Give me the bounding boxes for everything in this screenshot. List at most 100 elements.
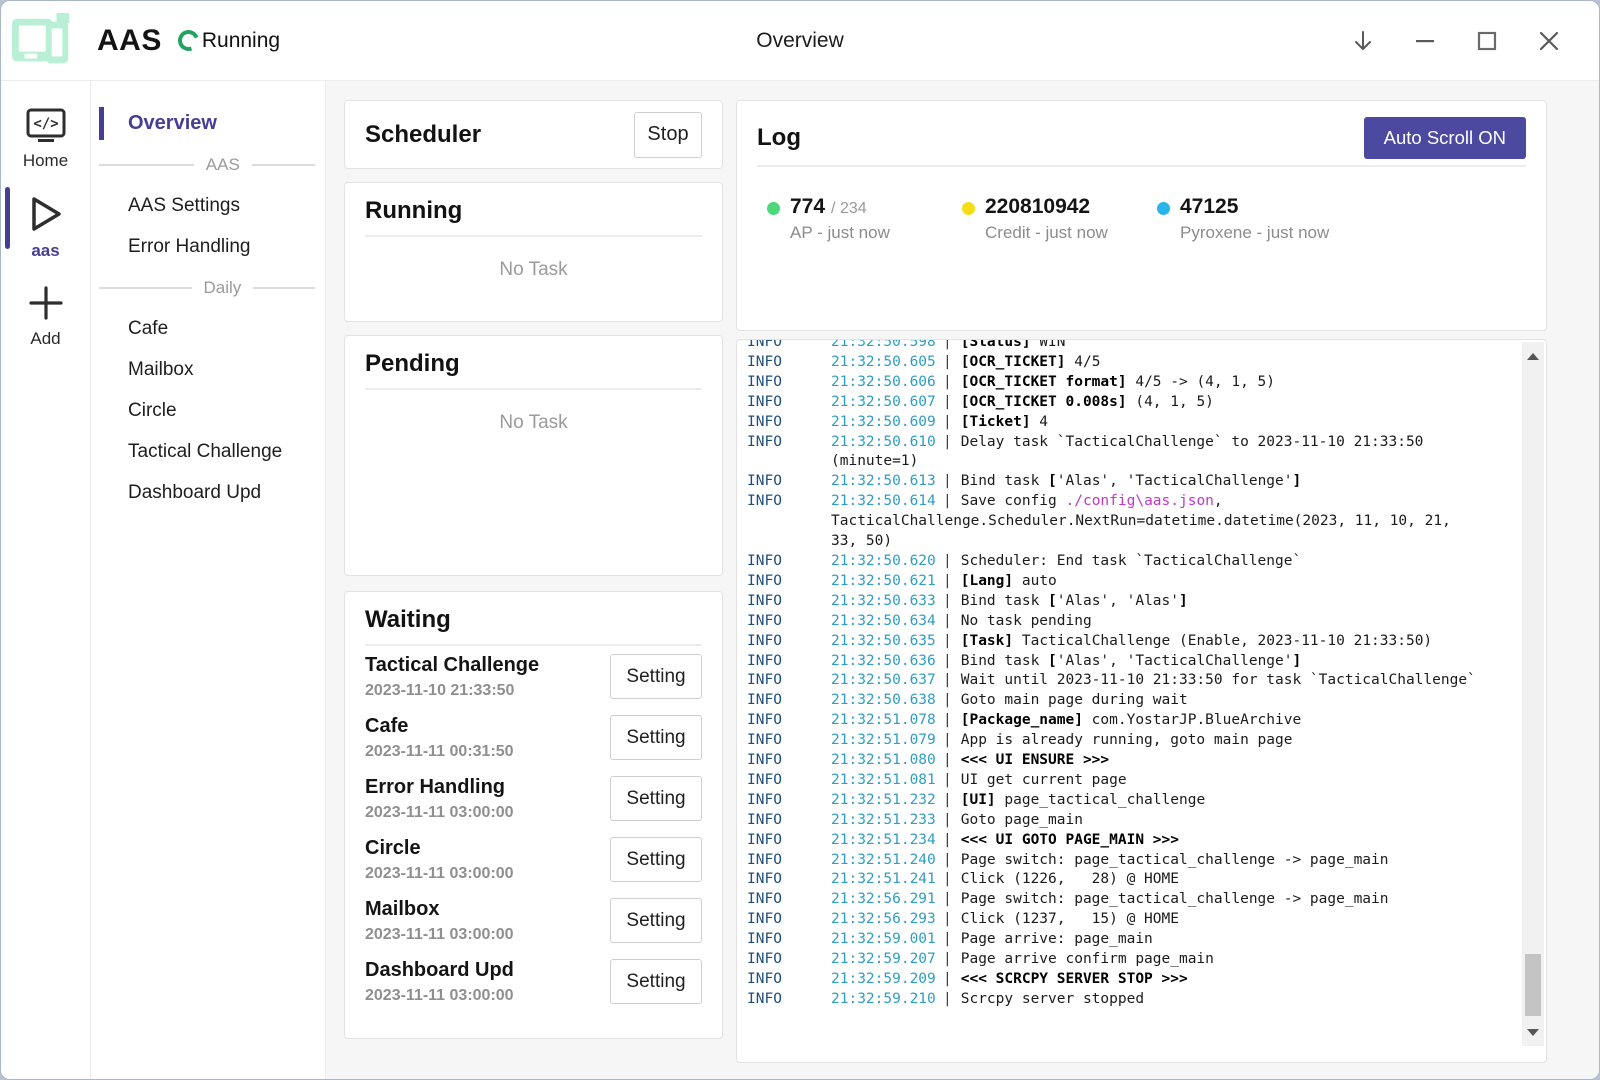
log-line: INFO21:32:51.232|[UI] page_tactical_chal… (747, 791, 1512, 811)
stop-button[interactable]: Stop (634, 112, 702, 158)
play-icon (27, 193, 65, 235)
running-status-label: Running (202, 29, 280, 53)
log-header-card: Log Auto Scroll ON 774 / 234 AP - just no… (736, 100, 1547, 331)
nav-item-tactical-challenge[interactable]: Tactical Challenge (91, 431, 325, 472)
setting-button[interactable]: Setting (610, 837, 702, 882)
nav-item-cafe[interactable]: Cafe (91, 308, 325, 349)
titlebar: AAS Running Overview (1, 1, 1599, 81)
setting-button[interactable]: Setting (610, 715, 702, 760)
nav-item-mailbox[interactable]: Mailbox (91, 349, 325, 390)
nav-group-label: Daily (204, 278, 242, 298)
nav-group-divider: Daily (91, 267, 325, 308)
main-area: Scheduler Stop Running No Task Pending N… (326, 81, 1599, 1080)
log-line: INFO21:32:50.613|Bind task ['Alas', 'Tac… (747, 472, 1512, 492)
scroll-down-button[interactable] (1522, 1022, 1544, 1042)
active-indicator (5, 187, 10, 249)
log-line: INFO21:32:51.080|<<< UI ENSURE >>> (747, 751, 1512, 771)
waiting-task-mailbox: Mailbox 2023-11-11 03:00:00 Setting (365, 890, 702, 951)
hide-to-tray-button[interactable] (1349, 27, 1377, 55)
nav-item-label: Tactical Challenge (128, 441, 282, 463)
pending-title: Pending (365, 350, 702, 390)
close-button[interactable] (1535, 27, 1563, 55)
dashboard-stats: 774 / 234 AP - just now 220810942 Credit … (757, 195, 1526, 243)
pending-card: Pending No Task (344, 335, 723, 576)
nav-item-label: Mailbox (128, 359, 193, 381)
nav-item-circle[interactable]: Circle (91, 390, 325, 431)
arrow-down-icon (1351, 29, 1375, 53)
stat-dot-icon (962, 202, 975, 215)
nav-item-label: Overview (128, 112, 217, 135)
stat-pyroxene: 47125 Pyroxene - just now (1157, 195, 1352, 243)
log-line: INFO21:32:50.606|[OCR_TICKET format] 4/5… (747, 373, 1512, 393)
nav-panel: Overview AAS AAS Settings Error Handling… (91, 81, 326, 1080)
nav-group-divider: AAS (91, 144, 325, 185)
stat-credit: 220810942 Credit - just now (962, 195, 1157, 243)
app-logo-icon (11, 10, 73, 72)
running-card: Running No Task (344, 182, 723, 322)
task-next-run-time: 2023-11-11 03:00:00 (365, 926, 514, 944)
log-line: (minute=1) (747, 452, 1512, 472)
running-spinner-icon (174, 27, 202, 55)
plus-icon (26, 283, 66, 323)
nav-item-label: Dashboard Upd (128, 482, 261, 504)
stat-ap: 774 / 234 AP - just now (767, 195, 962, 243)
log-line: INFO21:32:56.293|Click (1237, 15) @ HOME (747, 910, 1512, 930)
icon-rail: </> Home aas Add (1, 81, 91, 1080)
minimize-icon (1414, 30, 1436, 52)
nav-item-aas-settings[interactable]: AAS Settings (91, 185, 325, 226)
running-empty-state: No Task (365, 259, 702, 281)
log-lines: INFO21:32:50.598|[Status] WININFO21:32:5… (747, 339, 1512, 1010)
stat-label: AP - just now (790, 223, 890, 243)
waiting-title: Waiting (365, 606, 702, 646)
log-line: INFO21:32:51.234|<<< UI GOTO PAGE_MAIN >… (747, 831, 1512, 851)
log-line: INFO21:32:51.240|Page switch: page_tacti… (747, 851, 1512, 871)
log-line: INFO21:32:50.614|Save config ./config\aa… (747, 492, 1512, 512)
running-title: Running (365, 197, 702, 237)
app-window: AAS Running Overview (0, 0, 1600, 1080)
setting-button[interactable]: Setting (610, 776, 702, 821)
scrollbar-thumb[interactable] (1525, 954, 1541, 1016)
log-line: INFO21:32:59.207|Page arrive confirm pag… (747, 950, 1512, 970)
log-line: 33, 50) (747, 532, 1512, 552)
log-line: INFO21:32:50.605|[OCR_TICKET] 4/5 (747, 353, 1512, 373)
nav-item-label: AAS Settings (128, 195, 240, 217)
setting-button[interactable]: Setting (610, 959, 702, 1004)
rail-item-label: Add (30, 329, 60, 349)
log-line: INFO21:32:59.001|Page arrive: page_main (747, 930, 1512, 950)
waiting-task-dashboard-upd: Dashboard Upd 2023-11-11 03:00:00 Settin… (365, 951, 702, 1012)
tasks-column: Scheduler Stop Running No Task Pending N… (344, 100, 723, 1039)
log-line: INFO21:32:56.291|Page switch: page_tacti… (747, 890, 1512, 910)
log-line: TacticalChallenge.Scheduler.NextRun=date… (747, 512, 1512, 532)
scroll-up-button[interactable] (1522, 346, 1544, 366)
rail-item-add[interactable]: Add (1, 275, 90, 363)
auto-scroll-toggle[interactable]: Auto Scroll ON (1364, 117, 1526, 159)
log-line: INFO21:32:50.637|Wait until 2023-11-10 2… (747, 671, 1512, 691)
stat-suffix: / 234 (831, 200, 867, 218)
nav-item-label: Circle (128, 400, 177, 422)
stat-value: 220810942 (985, 195, 1090, 219)
stat-value: 774 (790, 195, 825, 219)
waiting-task-cafe: Cafe 2023-11-11 00:31:50 Setting (365, 707, 702, 768)
waiting-task-circle: Circle 2023-11-11 03:00:00 Setting (365, 829, 702, 890)
nav-item-error-handling[interactable]: Error Handling (91, 226, 325, 267)
active-indicator (99, 107, 104, 140)
rail-item-aas[interactable]: aas (1, 185, 90, 275)
setting-button[interactable]: Setting (610, 898, 702, 943)
maximize-button[interactable] (1473, 27, 1501, 55)
task-name: Error Handling (365, 776, 514, 799)
scheduler-status: Running (178, 29, 280, 53)
minimize-button[interactable] (1411, 27, 1439, 55)
pending-empty-state: No Task (365, 412, 702, 434)
log-line: INFO21:32:50.633|Bind task ['Alas', 'Ala… (747, 592, 1512, 612)
task-name: Cafe (365, 715, 514, 738)
rail-item-home[interactable]: </> Home (1, 99, 90, 185)
nav-group-label: AAS (206, 155, 240, 175)
content: </> Home aas Add Overview (1, 81, 1599, 1080)
nav-item-overview[interactable]: Overview (91, 103, 325, 144)
nav-item-dashboard-upd[interactable]: Dashboard Upd (91, 472, 325, 513)
code-monitor-icon: </> (25, 107, 67, 145)
rail-item-label: aas (31, 241, 59, 261)
log-title: Log (757, 124, 801, 152)
setting-button[interactable]: Setting (610, 654, 702, 699)
log-scrollbar[interactable] (1522, 342, 1544, 1046)
